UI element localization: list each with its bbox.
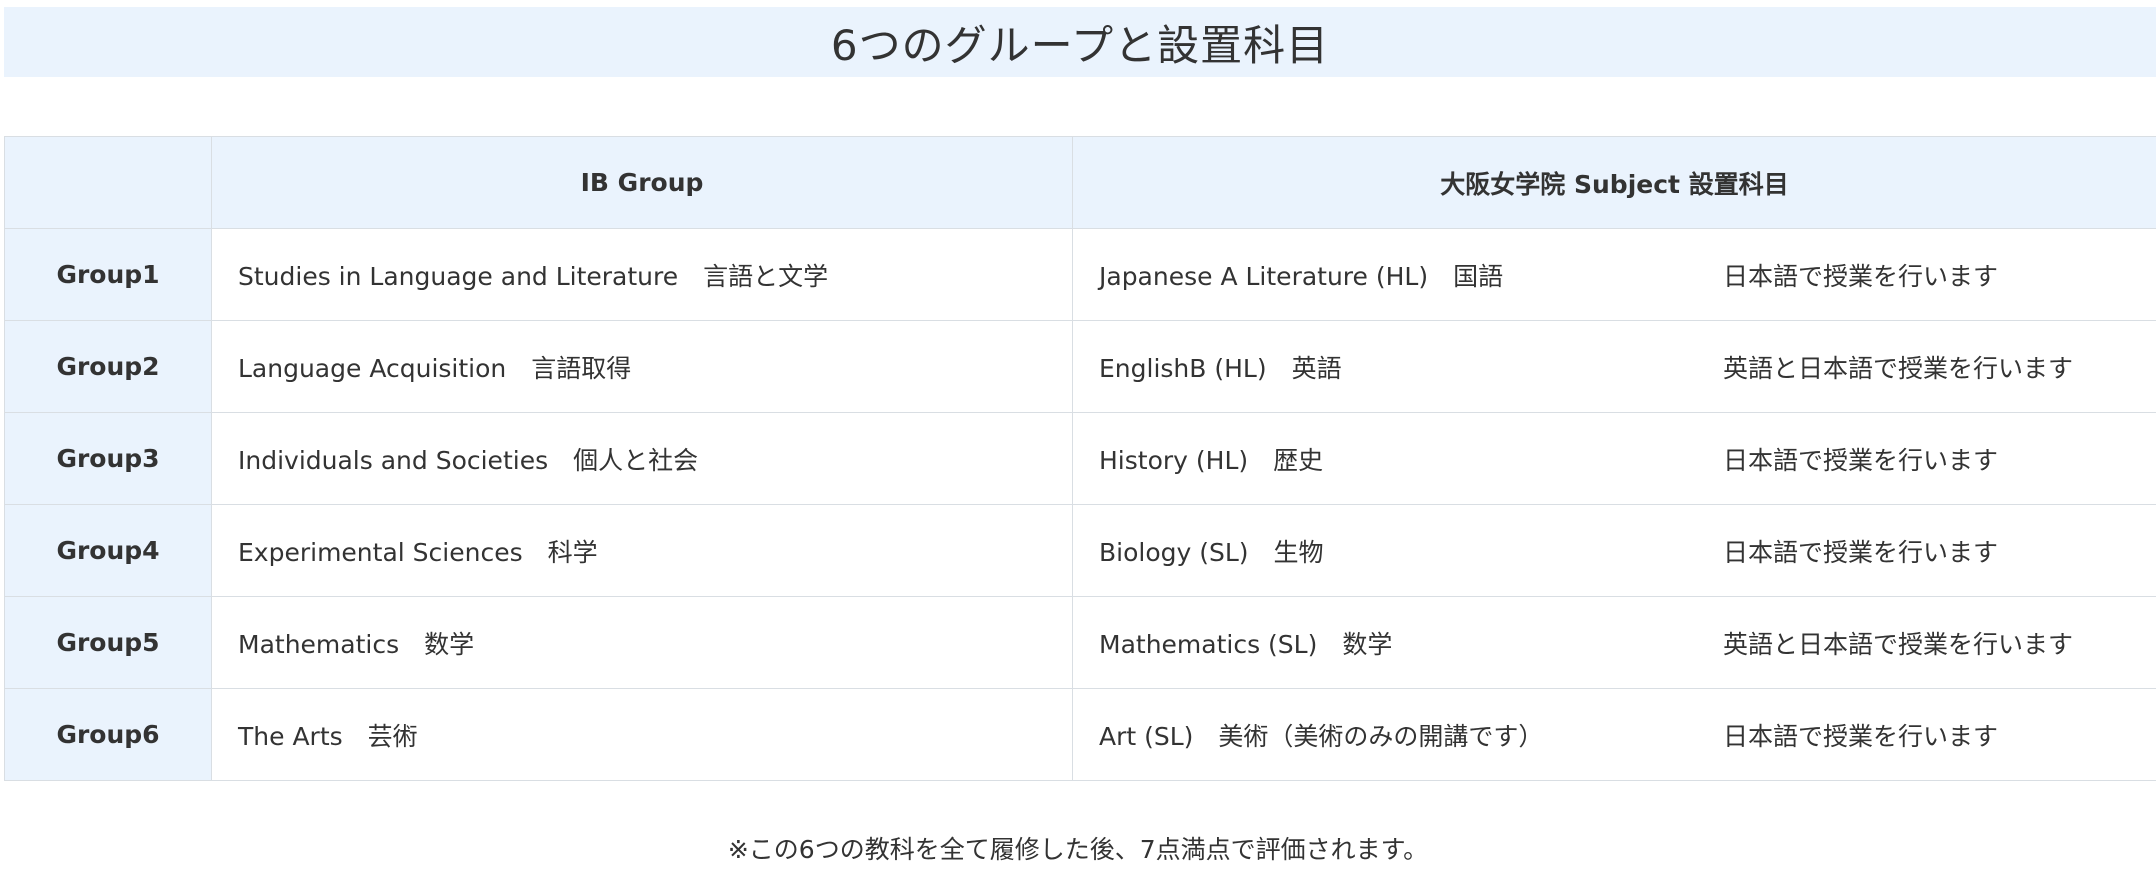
subject-language-note: 日本語で授業を行います (1723, 537, 1999, 567)
subject-table: IB Group 大阪女学院 Subject 設置科目 Group1 Studi… (4, 136, 2156, 781)
subject-language-note: 英語と日本語で授業を行います (1723, 353, 2074, 383)
table-header-row: IB Group 大阪女学院 Subject 設置科目 (4, 136, 2156, 229)
column-header-subject: 大阪女学院 Subject 設置科目 (1072, 136, 2156, 229)
group-label: Group5 (4, 596, 212, 689)
ib-group-cell: Mathematics 数学 (211, 596, 1073, 689)
subject-cell: Art (SL) 美術（美術のみの開講です） 日本語で授業を行います (1072, 688, 2156, 781)
group-label: Group6 (4, 688, 212, 781)
subject-language-note: 英語と日本語で授業を行います (1723, 629, 2074, 659)
page-header: 6つのグループと設置科目 (4, 7, 2156, 77)
subject-name: Japanese A Literature (HL) 国語 (1099, 261, 1504, 291)
group-label: Group2 (4, 320, 212, 413)
ib-group-cell: Language Acquisition 言語取得 (211, 320, 1073, 413)
table-row: Group5 Mathematics 数学 Mathematics (SL) 数… (4, 596, 2156, 689)
table-row: Group6 The Arts 芸術 Art (SL) 美術（美術のみの開講です… (4, 688, 2156, 781)
subject-cell: History (HL) 歴史 日本語で授業を行います (1072, 412, 2156, 505)
subject-name: History (HL) 歴史 (1099, 445, 1324, 475)
column-header-group (4, 136, 212, 229)
subject-cell: Mathematics (SL) 数学 英語と日本語で授業を行います (1072, 596, 2156, 689)
ib-group-cell: The Arts 芸術 (211, 688, 1073, 781)
ib-group-cell: Individuals and Societies 個人と社会 (211, 412, 1073, 505)
column-header-ib-group: IB Group (211, 136, 1073, 229)
ib-group-cell: Experimental Sciences 科学 (211, 504, 1073, 597)
footnote: ※この6つの教科を全て履修した後、7点満点で評価されます。 (727, 835, 1429, 864)
subject-language-note: 日本語で授業を行います (1723, 445, 1999, 475)
ib-group-cell: Studies in Language and Literature 言語と文学 (211, 228, 1073, 321)
table-row: Group3 Individuals and Societies 個人と社会 H… (4, 412, 2156, 505)
subject-cell: EnglishB (HL) 英語 英語と日本語で授業を行います (1072, 320, 2156, 413)
subject-cell: Biology (SL) 生物 日本語で授業を行います (1072, 504, 2156, 597)
table-row: Group4 Experimental Sciences 科学 Biology … (4, 504, 2156, 597)
subject-name: Biology (SL) 生物 (1099, 537, 1324, 567)
table-row: Group1 Studies in Language and Literatur… (4, 228, 2156, 321)
subject-name: Art (SL) 美術（美術のみの開講です） (1099, 721, 1544, 751)
subject-cell: Japanese A Literature (HL) 国語 日本語で授業を行いま… (1072, 228, 2156, 321)
group-label: Group3 (4, 412, 212, 505)
subject-language-note: 日本語で授業を行います (1723, 261, 1999, 291)
subject-language-note: 日本語で授業を行います (1723, 721, 1999, 751)
subject-name: EnglishB (HL) 英語 (1099, 353, 1342, 383)
page-title: 6つのグループと設置科目 (830, 20, 1330, 70)
table-row: Group2 Language Acquisition 言語取得 English… (4, 320, 2156, 413)
group-label: Group4 (4, 504, 212, 597)
subject-name: Mathematics (SL) 数学 (1099, 629, 1393, 659)
group-label: Group1 (4, 228, 212, 321)
